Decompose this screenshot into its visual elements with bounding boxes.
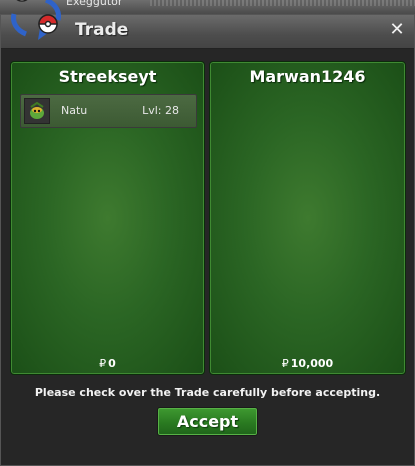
- offered-pokemon-row[interactable]: Natu Lvl: 28: [20, 94, 197, 128]
- my-player-name: Streekseyt: [58, 67, 157, 86]
- pokemon-level: Lvl: 28: [142, 104, 179, 117]
- background-window-text: Exeggutor: [66, 0, 123, 8]
- currency-icon: ₽: [281, 357, 289, 370]
- their-money-amount: 10,000: [290, 357, 334, 370]
- accept-button[interactable]: Accept: [157, 407, 258, 436]
- their-money-offer: ₽10,000: [210, 357, 405, 370]
- close-button[interactable]: ✕: [388, 20, 406, 40]
- window-title: Trade: [75, 20, 129, 40]
- my-money-offer: ₽0: [11, 357, 204, 370]
- trade-notice: Please check over the Trade carefully be…: [34, 386, 381, 399]
- currency-icon: ₽: [99, 357, 107, 370]
- pokemon-sprite-icon: [24, 98, 50, 124]
- their-offer-panel: Marwan1246 ₽10,000: [209, 61, 406, 375]
- my-offer-panel: Streekseyt Natu Lvl: 28 ₽0: [10, 61, 205, 375]
- my-money-amount: 0: [108, 357, 116, 370]
- pokeball-logo-icon: [11, 0, 61, 40]
- their-player-name: Marwan1246: [249, 67, 366, 86]
- background-decoration: [150, 0, 415, 6]
- trade-window: Trade ✕ Streekseyt Natu Lvl: 28 ₽0 Marwa…: [0, 14, 415, 466]
- pokemon-name: Natu: [61, 104, 88, 117]
